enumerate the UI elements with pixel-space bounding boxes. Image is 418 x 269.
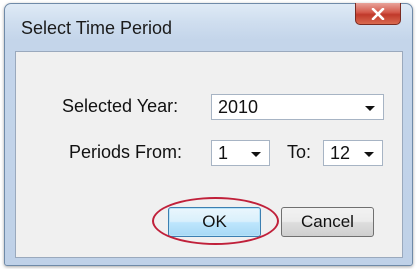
dialog-content: Selected Year: 2010 Periods From: 1 To: …: [15, 51, 403, 258]
close-button[interactable]: [355, 3, 401, 25]
window-title: Select Time Period: [21, 18, 173, 38]
to-label: To:: [287, 142, 312, 162]
close-x-icon: [371, 7, 385, 20]
cancel-button[interactable]: Cancel: [281, 207, 374, 237]
selected-year-dropdown[interactable]: 2010: [211, 94, 384, 120]
chevron-down-icon: [364, 152, 374, 157]
selected-year-label: Selected Year:: [62, 96, 179, 116]
chevron-down-icon: [251, 152, 261, 157]
dialog-window: Select Time Period Selected Year: 2010 P…: [4, 3, 413, 266]
chevron-down-icon: [365, 106, 375, 111]
ok-button[interactable]: OK: [168, 207, 261, 237]
periods-to-value: 12: [330, 143, 351, 163]
periods-from-dropdown[interactable]: 1: [211, 140, 270, 166]
periods-to-dropdown[interactable]: 12: [323, 140, 383, 166]
periods-from-label: Periods From:: [69, 142, 183, 162]
periods-from-value: 1: [218, 143, 229, 163]
selected-year-value: 2010: [218, 97, 259, 117]
